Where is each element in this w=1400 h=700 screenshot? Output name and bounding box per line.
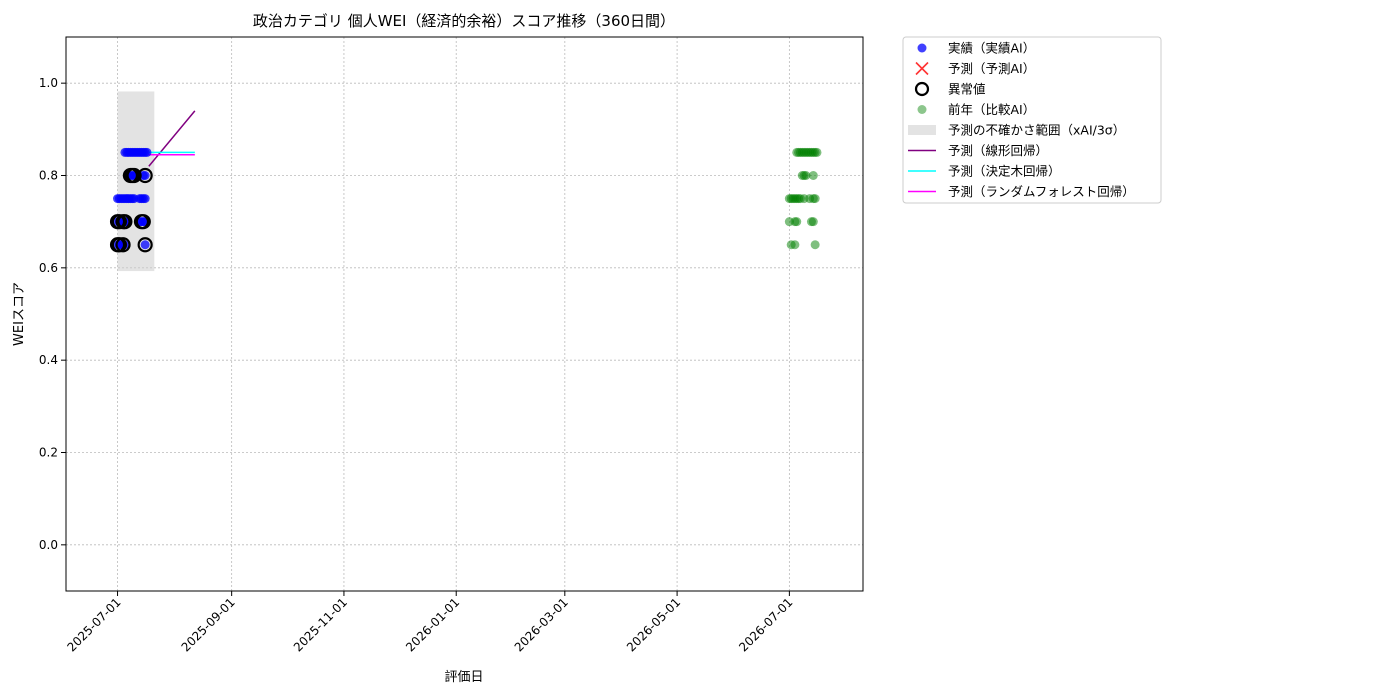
legend-label: 予測（決定木回帰） <box>948 164 1061 179</box>
chart-background <box>0 0 1400 700</box>
legend-label: 予測の不確かさ範囲（xAI/3σ） <box>948 123 1125 138</box>
y-tick-label: 0.8 <box>39 169 58 183</box>
x-axis-label: 評価日 <box>444 670 483 685</box>
legend-label: 異常値 <box>948 82 986 97</box>
legend-label: 実績（実績AI） <box>948 41 1035 56</box>
actual-point <box>140 240 150 250</box>
actual-point <box>142 147 152 157</box>
previous-year-point <box>792 217 802 227</box>
chart: 2025-07-01 2025-09-01 2025-11-01 2026-01-01… <box>0 0 1400 700</box>
actual-point <box>140 194 150 204</box>
legend: 実績（実績AI） 予測（予測AI） 異常値前年（比較AI） 予測の不確かさ範囲（xAI… <box>902 36 1162 204</box>
legend-marker <box>917 43 927 53</box>
previous-year-point <box>808 217 818 227</box>
legend-label: 予測（ランダムフォレスト回帰） <box>948 184 1135 199</box>
y-axis-label: WEIスコア <box>12 282 27 346</box>
legend-label: 前年（比較AI） <box>948 102 1035 117</box>
previous-year-point <box>810 240 820 250</box>
previous-year-point <box>790 240 800 250</box>
y-tick-label: 0.0 <box>39 538 58 552</box>
previous-year-point <box>808 171 818 180</box>
legend-marker <box>917 105 927 114</box>
legend-label: 予測（線形回帰） <box>948 143 1048 158</box>
chart-title: 政治カテゴリ 個人WEI（経済的余裕）スコア推移（360日間） <box>253 12 675 30</box>
y-tick-label: 0.6 <box>39 261 58 275</box>
previous-year-point <box>810 194 820 204</box>
previous-year-point <box>812 147 822 157</box>
legend-label: 予測（予測AI） <box>948 61 1035 76</box>
actual-point <box>140 171 150 180</box>
y-tick-label: 0.4 <box>39 353 58 367</box>
y-tick-label: 0.2 <box>39 446 58 460</box>
legend-marker <box>908 125 936 135</box>
y-tick-label: 1.0 <box>39 76 58 90</box>
